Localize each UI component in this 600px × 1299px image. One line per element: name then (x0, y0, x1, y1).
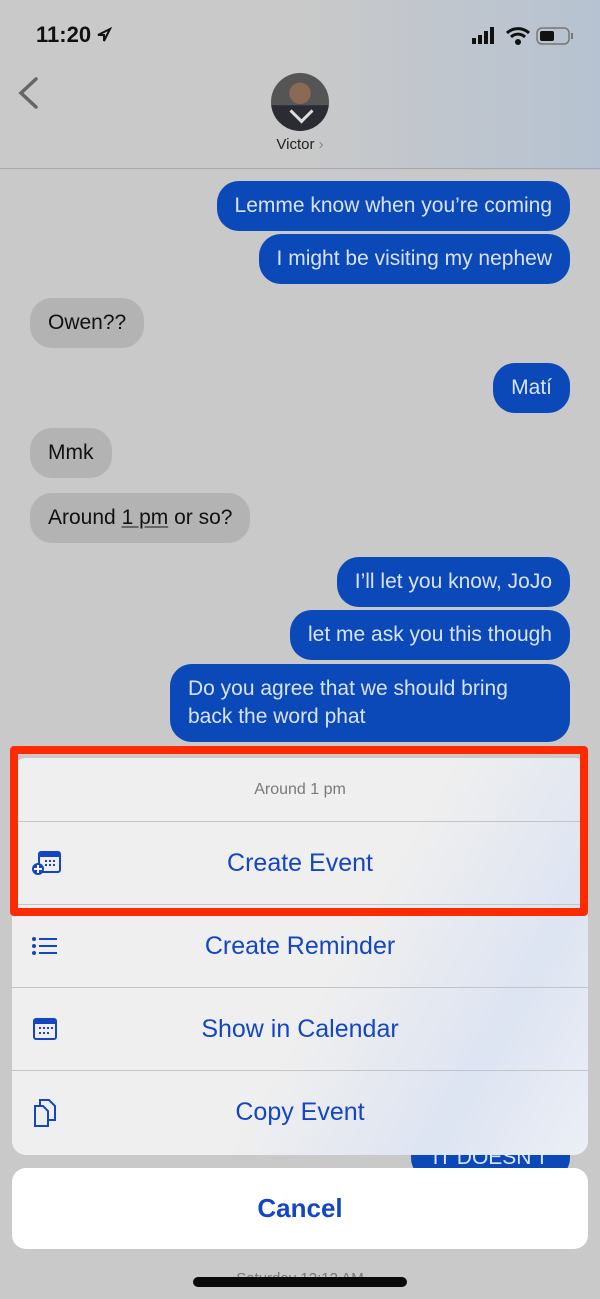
message-text: I’ll let you know, JoJo (354, 570, 552, 593)
message-text: Matí (511, 376, 552, 399)
copy-event-button[interactable]: Copy Event (12, 1071, 588, 1154)
copy-icon (34, 1098, 56, 1127)
contact-avatar[interactable] (271, 73, 329, 131)
highlight-box (10, 746, 588, 916)
create-reminder-label: Create Reminder (204, 931, 396, 960)
battery-icon (536, 27, 573, 45)
message-text: Mmk (48, 441, 94, 464)
signal-icon (472, 27, 494, 44)
show-in-calendar-button[interactable]: Show in Calendar (12, 988, 588, 1071)
message-bubble[interactable]: Around 1 pm or so? (30, 493, 251, 543)
calendar-icon (33, 1018, 57, 1040)
message-text: I might be visiting my nephew (276, 247, 552, 270)
message-bubble[interactable]: I’ll let you know, JoJo (336, 557, 570, 607)
message-bubble[interactable]: Lemme know when you’re coming (216, 181, 570, 231)
back-chevron-icon[interactable] (16, 76, 40, 110)
wifi-icon (505, 27, 531, 45)
contact-name-text: Victor (276, 136, 315, 153)
create-reminder-button[interactable]: Create Reminder (12, 905, 588, 988)
message-bubble[interactable]: let me ask you this though (290, 610, 570, 660)
message-bubble[interactable]: I might be visiting my nephew (258, 234, 570, 284)
message-text: Around (48, 506, 122, 529)
message-bubble[interactable]: Matí (493, 363, 570, 413)
date-link[interactable]: 1 pm (122, 506, 169, 529)
message-text: Lemme know when you’re coming (234, 194, 552, 217)
message-bubble[interactable]: Do you agree that we should bring back t… (170, 664, 570, 742)
show-in-calendar-label: Show in Calendar (201, 1014, 399, 1043)
message-text: Owen?? (48, 311, 127, 334)
list-icon (32, 937, 57, 955)
nav-divider (0, 168, 600, 169)
message-bubble[interactable]: Mmk (30, 428, 112, 478)
message-text: or so? (168, 506, 233, 529)
status-time: 11:20 (36, 22, 92, 47)
home-indicator[interactable] (193, 1277, 407, 1287)
message-text: Do you agree that we should bring back t… (188, 677, 508, 728)
chevron-right-icon: › (318, 136, 324, 153)
copy-event-label: Copy Event (235, 1098, 365, 1126)
location-arrow-icon (97, 27, 112, 42)
message-bubble[interactable]: Owen?? (30, 298, 145, 348)
message-text: let me ask you this though (308, 623, 552, 646)
contact-name[interactable]: Victor › (0, 136, 600, 153)
cancel-button[interactable]: Cancel (12, 1168, 588, 1249)
